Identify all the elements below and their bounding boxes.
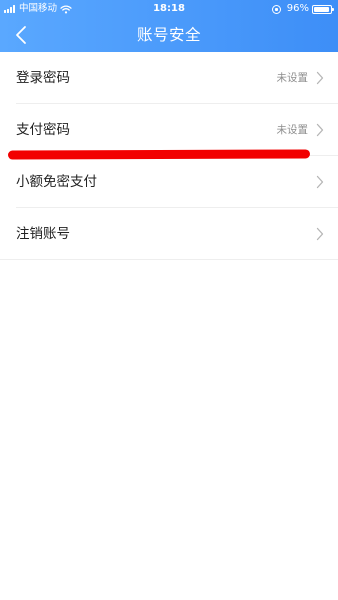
chevron-right-icon bbox=[316, 123, 324, 137]
login-password-row[interactable]: 登录密码 未设置 bbox=[0, 52, 338, 104]
screen: 中国移动 18:18 96% 账号安全 登录密码 未设置 支付密码 未设置 小额… bbox=[0, 0, 338, 600]
rotation-lock-icon bbox=[271, 4, 281, 14]
row-label: 支付密码 bbox=[16, 122, 70, 138]
divider bbox=[0, 259, 338, 260]
battery-percent: 96% bbox=[286, 3, 309, 14]
row-label: 登录密码 bbox=[16, 70, 70, 86]
status-bar: 中国移动 18:18 96% bbox=[0, 0, 338, 18]
row-label: 注销账号 bbox=[16, 226, 70, 242]
small-amount-password-free-row[interactable]: 小额免密支付 bbox=[0, 156, 338, 208]
nav-bar: 账号安全 bbox=[0, 18, 338, 52]
chevron-right-icon bbox=[316, 227, 324, 241]
chevron-right-icon bbox=[316, 71, 324, 85]
battery-icon bbox=[312, 4, 334, 14]
red-annotation-underline bbox=[7, 149, 311, 160]
row-label: 小额免密支付 bbox=[16, 174, 97, 190]
payment-password-row[interactable]: 支付密码 未设置 bbox=[0, 104, 338, 156]
page-title: 账号安全 bbox=[136, 26, 201, 44]
row-status: 未设置 bbox=[276, 124, 309, 136]
cancel-account-row[interactable]: 注销账号 bbox=[0, 208, 338, 260]
row-status: 未设置 bbox=[276, 72, 309, 84]
status-right: 96% bbox=[271, 0, 334, 18]
chevron-right-icon bbox=[316, 175, 324, 189]
header: 中国移动 18:18 96% 账号安全 bbox=[0, 0, 338, 52]
